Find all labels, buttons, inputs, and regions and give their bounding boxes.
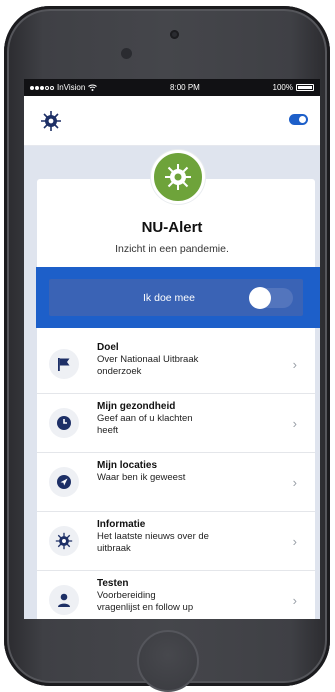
menu-item-informatie[interactable]: Informatie Het laatste nieuws over de ui… <box>37 512 315 571</box>
menu-desc: vragenlijst en follow up <box>97 602 194 613</box>
menu-item-doel[interactable]: Doel Over Nationaal Uitbraak onderzoek › <box>37 335 315 394</box>
earpiece-speaker <box>121 48 132 59</box>
menu-title: Mijn gezondheid <box>97 401 176 412</box>
menu-desc: uitbraak <box>97 543 131 554</box>
menu-texts: Mijn gezondheid Geef aan of u klachten h… <box>97 401 267 437</box>
menu-list: Doel Over Nationaal Uitbraak onderzoek ›… <box>37 335 315 619</box>
menu-icon-wrap <box>49 585 79 615</box>
battery-icon <box>296 84 314 91</box>
app-logo <box>151 150 205 204</box>
app-title: NU-Alert <box>141 219 203 236</box>
toggle-icon[interactable] <box>289 114 308 125</box>
chevron-right-icon: › <box>292 357 297 372</box>
menu-icon-wrap <box>49 349 79 379</box>
menu-item-testen[interactable]: Testen Voorbereiding vragenlijst en foll… <box>37 571 315 619</box>
phone-frame: InVision 8:00 PM 100% NU-Alert Inzicht i… <box>4 6 330 692</box>
chevron-right-icon: › <box>292 475 297 490</box>
menu-desc: heeft <box>97 425 119 436</box>
carrier-name: InVision <box>57 83 86 92</box>
participate-switch[interactable] <box>249 286 293 309</box>
menu-icon-wrap <box>49 526 79 556</box>
battery-indicator: 100% <box>273 83 314 92</box>
battery-percent: 100% <box>272 83 293 92</box>
menu-desc: Het laatste nieuws over de <box>97 531 209 542</box>
location-arrow-icon <box>57 475 71 489</box>
menu-item-gezondheid[interactable]: Mijn gezondheid Geef aan of u klachten h… <box>37 394 315 453</box>
menu-title: Informatie <box>97 519 146 530</box>
front-camera <box>170 30 179 39</box>
menu-title: Testen <box>97 578 129 589</box>
app-subtitle: Inzicht in een pandemie. <box>115 243 229 255</box>
menu-texts: Informatie Het laatste nieuws over de ui… <box>97 519 267 555</box>
menu-desc: Over Nationaal Uitbraak <box>97 354 199 365</box>
virus-icon[interactable] <box>40 110 62 132</box>
virus-icon <box>55 532 73 550</box>
status-bar: InVision 8:00 PM 100% <box>24 79 320 96</box>
status-time: 8:00 PM <box>170 83 200 92</box>
participate-label: Ik doe mee <box>143 291 195 304</box>
menu-item-locaties[interactable]: Mijn locaties Waar ben ik geweest › <box>37 453 315 512</box>
participate-banner: Ik doe mee <box>36 267 320 328</box>
menu-desc: onderzoek <box>97 366 142 377</box>
menu-desc: Voorbereiding <box>97 590 156 601</box>
person-icon <box>58 593 70 607</box>
menu-desc: Waar ben ik geweest <box>97 472 186 483</box>
home-button[interactable] <box>137 630 199 692</box>
app-bar <box>24 96 320 146</box>
menu-desc: Geef aan of u klachten <box>97 413 193 424</box>
menu-texts: Testen Voorbereiding vragenlijst en foll… <box>97 578 267 614</box>
virus-icon <box>165 164 191 190</box>
menu-texts: Mijn locaties Waar ben ik geweest <box>97 460 267 484</box>
chevron-right-icon: › <box>292 416 297 431</box>
switch-knob <box>249 286 271 309</box>
menu-icon-wrap <box>49 408 79 438</box>
flag-icon <box>58 358 70 371</box>
menu-title: Doel <box>97 342 119 353</box>
chevron-right-icon: › <box>292 534 297 549</box>
menu-icon-wrap <box>49 467 79 497</box>
signal-icon <box>30 85 54 90</box>
participate-row[interactable]: Ik doe mee <box>49 279 303 316</box>
status-left: InVision <box>30 83 98 92</box>
app-screen: InVision 8:00 PM 100% NU-Alert Inzicht i… <box>24 79 320 619</box>
wifi-icon <box>88 84 98 91</box>
menu-title: Mijn locaties <box>97 460 158 471</box>
chevron-right-icon: › <box>292 593 297 608</box>
menu-texts: Doel Over Nationaal Uitbraak onderzoek <box>97 342 267 378</box>
clock-icon <box>57 416 71 430</box>
